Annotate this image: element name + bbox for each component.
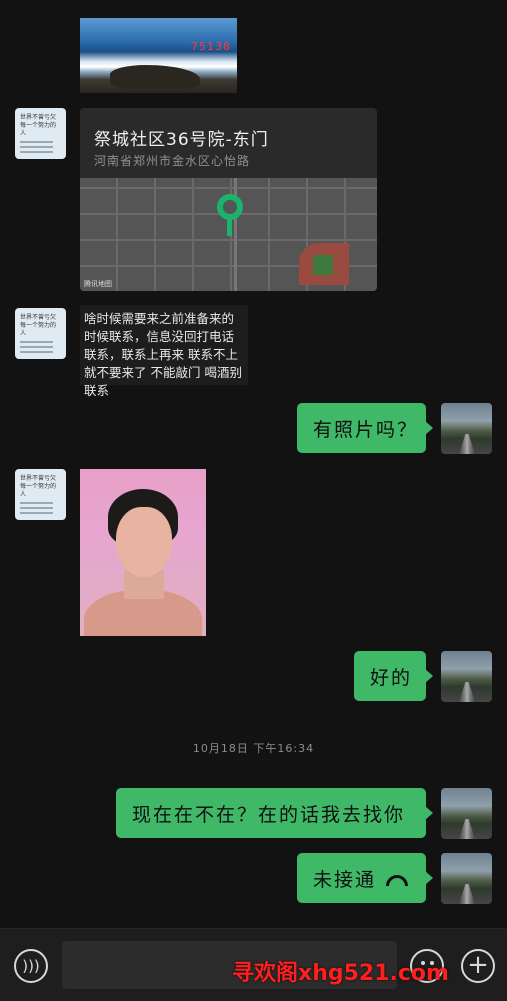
my-avatar[interactable]: [441, 853, 492, 904]
photo-watermark: 75138: [191, 40, 231, 53]
avatar-lines: [20, 502, 61, 514]
location-address: 河南省郑州市金水区心怡路: [94, 154, 251, 168]
avatar-text-line: 世界不曾亏欠: [20, 314, 57, 321]
plus-icon[interactable]: +: [461, 949, 495, 983]
message-timestamp: 10月18日 下午16:34: [192, 742, 315, 755]
map-credit: 腾讯地图: [84, 280, 112, 288]
avatar-text-line: 世界不曾亏欠: [20, 475, 57, 482]
location-message[interactable]: 祭城社区36号院-东门 河南省郑州市金水区心怡路 腾讯地图: [80, 108, 377, 291]
missed-call-message[interactable]: 未接通: [297, 853, 433, 903]
avatar-text-line: 世界不曾亏欠: [20, 114, 57, 121]
photo-face-shape: [116, 507, 172, 577]
contact-avatar[interactable]: 世界不曾亏欠 每一个努力的人: [15, 469, 66, 520]
contact-avatar[interactable]: 世界不曾亏欠 每一个努力的人: [15, 308, 66, 359]
sea-photo-message[interactable]: 75138: [80, 18, 237, 93]
site-watermark: 寻欢阁xhg521.com: [232, 961, 449, 986]
map-preview: 腾讯地图: [80, 178, 377, 291]
avatar-text-line: 每一个努力的人: [20, 483, 57, 498]
my-avatar[interactable]: [441, 788, 492, 839]
selfie-photo-message[interactable]: [80, 469, 206, 636]
call-status-text: 未接通: [313, 868, 377, 891]
map-pin-tail: [227, 218, 232, 236]
avatar-lines: [20, 141, 61, 153]
incoming-text-message[interactable]: 啥时候需要来之前准备来的时候联系，信息没回打电话联系，联系上再来 联系不上就不要…: [80, 305, 248, 398]
phone-handset-icon: [386, 874, 409, 886]
voice-input-icon[interactable]: ))): [14, 949, 48, 983]
outgoing-message[interactable]: 好的: [354, 651, 433, 701]
location-title: 祭城社区36号院-东门: [94, 130, 269, 150]
outgoing-message[interactable]: 有照片吗？: [297, 403, 433, 453]
photo-rock-shape: [110, 65, 200, 89]
map-sports-field: [299, 243, 349, 285]
avatar-lines: [20, 341, 61, 353]
avatar-text-line: 每一个努力的人: [20, 322, 57, 337]
map-pin-icon: [217, 194, 243, 220]
contact-avatar[interactable]: 世界不曾亏欠 每一个努力的人: [15, 108, 66, 159]
avatar-text-line: 每一个努力的人: [20, 122, 57, 137]
my-avatar[interactable]: [441, 403, 492, 454]
my-avatar[interactable]: [441, 651, 492, 702]
chat-area: 75138 世界不曾亏欠 每一个努力的人 祭城社区36号院-东门 河南省郑州市金…: [0, 0, 507, 928]
outgoing-message[interactable]: 现在在不在？在的话我去找你: [116, 788, 433, 838]
